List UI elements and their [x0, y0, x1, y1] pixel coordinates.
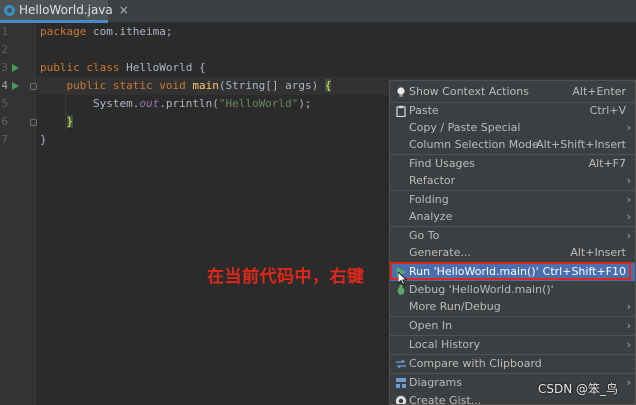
annotation-text: 在当前代码中，右键	[207, 267, 365, 287]
bulb-icon	[397, 87, 405, 97]
editor-gutter: 1 2 3 4 5 6 7	[0, 23, 37, 405]
close-tab-icon[interactable]: ×	[119, 3, 129, 17]
compare-icon	[396, 359, 406, 369]
submenu-arrow-icon: ›	[626, 210, 631, 223]
menu-item-analyze[interactable]: Analyze ›	[390, 208, 635, 226]
menu-item-run-main[interactable]: Run 'HelloWorld.main()' Ctrl+Shift+F10	[390, 263, 635, 281]
submenu-arrow-icon: ›	[626, 376, 631, 389]
mouse-cursor-icon	[398, 272, 407, 285]
code-line-1: package com.itheima;	[40, 25, 173, 38]
line-number: 3	[1, 61, 8, 74]
line-number: 7	[1, 133, 8, 146]
tab-filename: HelloWorld.java	[19, 3, 113, 17]
editor-context-menu: Show Context Actions Alt+Enter Paste Ctrl+…	[389, 80, 636, 405]
submenu-arrow-icon: ›	[626, 229, 631, 242]
java-class-icon	[4, 4, 15, 16]
fold-icon[interactable]	[30, 83, 37, 90]
fold-icon[interactable]	[30, 119, 37, 126]
line-number: 5	[1, 97, 8, 110]
submenu-arrow-icon: ›	[626, 338, 631, 351]
run-main-gutter-icon[interactable]	[12, 82, 19, 90]
submenu-arrow-icon: ›	[626, 174, 631, 187]
tab-helloworld-java[interactable]: HelloWorld.java ×	[0, 0, 129, 23]
code-line-5: System.out.println("HelloWorld");	[92, 97, 312, 110]
code-line-3: public class HelloWorld {	[40, 61, 206, 74]
submenu-arrow-icon: ›	[626, 121, 631, 134]
csdn-watermark: CSDN @笨_鸟	[538, 382, 619, 396]
menu-item-copy-paste-special[interactable]: Copy / Paste Special ›	[390, 119, 635, 137]
menu-item-go-to[interactable]: Go To ›	[390, 227, 635, 245]
submenu-arrow-icon: ›	[626, 193, 631, 206]
line-number: 2	[1, 43, 8, 56]
menu-item-open-in[interactable]: Open In ›	[390, 317, 635, 335]
code-line-7: }	[40, 133, 47, 146]
menu-item-more-run-debug[interactable]: More Run/Debug ›	[390, 298, 635, 316]
run-class-gutter-icon[interactable]	[12, 64, 19, 72]
menu-item-find-usages[interactable]: Find Usages Alt+F7	[390, 155, 635, 173]
menu-item-show-context-actions[interactable]: Show Context Actions Alt+Enter	[390, 83, 635, 101]
menu-item-paste[interactable]: Paste Ctrl+V	[390, 102, 635, 120]
line-number: 1	[1, 25, 8, 38]
line-number: 4	[1, 79, 8, 92]
clipboard-icon	[396, 105, 406, 117]
submenu-arrow-icon: ›	[626, 319, 631, 332]
menu-item-debug-main[interactable]: Debug 'HelloWorld.main()'	[390, 281, 635, 299]
code-line-4: public static void main(String[] args) {	[66, 79, 332, 92]
diagram-icon	[396, 378, 406, 388]
debug-icon	[397, 284, 405, 295]
menu-item-compare-with-clipboard[interactable]: Compare with Clipboard	[390, 355, 635, 373]
menu-item-refactor[interactable]: Refactor ›	[390, 172, 635, 190]
editor-tab-bar: HelloWorld.java ×	[0, 0, 636, 23]
menu-item-local-history[interactable]: Local History ›	[390, 336, 635, 354]
submenu-arrow-icon: ›	[626, 300, 631, 313]
github-icon	[395, 395, 407, 404]
menu-item-folding[interactable]: Folding ›	[390, 191, 635, 209]
code-line-6: }	[66, 115, 74, 128]
line-number: 6	[1, 115, 8, 128]
menu-item-generate[interactable]: Generate... Alt+Insert	[390, 244, 635, 262]
menu-item-column-selection-mode[interactable]: Column Selection Mode Alt+Shift+Insert	[390, 136, 635, 154]
